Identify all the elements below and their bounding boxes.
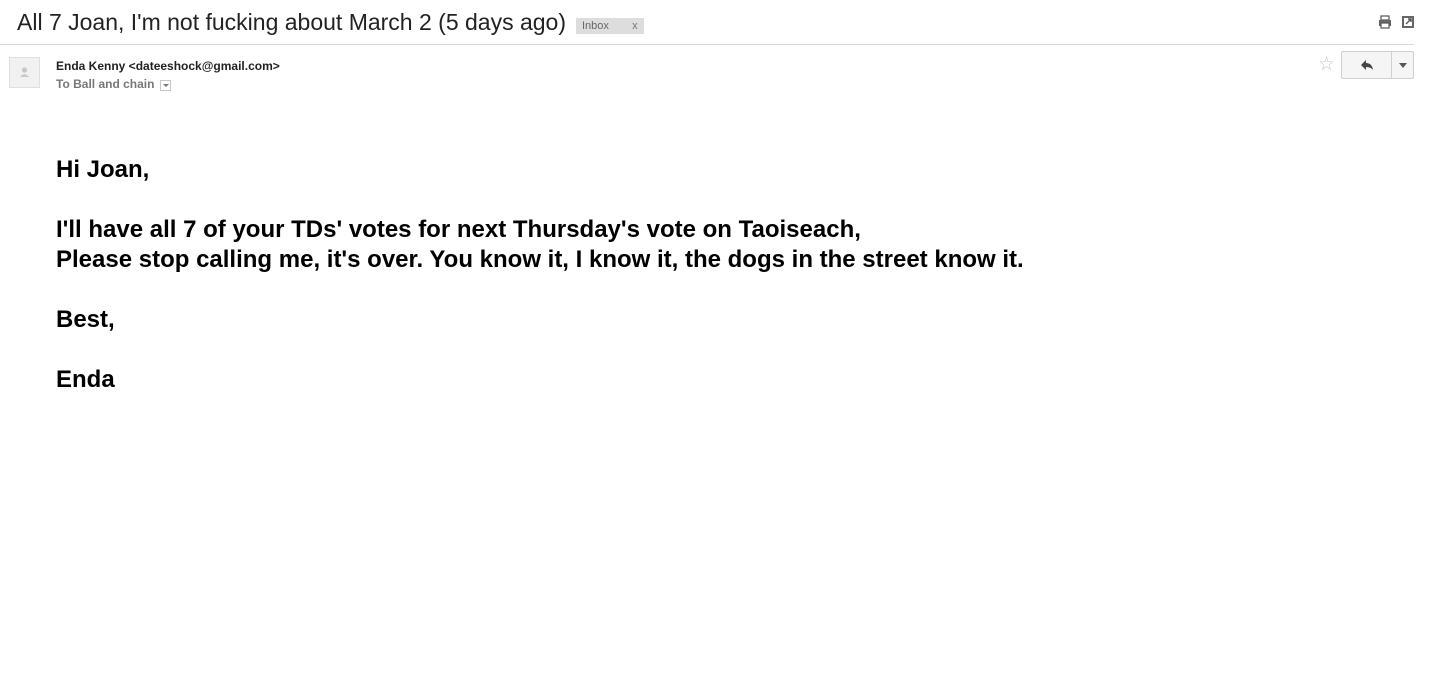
chevron-down-icon — [1398, 62, 1407, 68]
body-line: Please stop calling me, it's over. You k… — [56, 246, 1024, 273]
more-options-button[interactable] — [1392, 52, 1413, 78]
person-icon — [20, 67, 29, 77]
body-greeting: Hi Joan, — [56, 156, 150, 183]
sender-name: Enda Kenny <dateeshock@gmail.com> — [56, 59, 280, 73]
label-text: Inbox — [582, 20, 609, 32]
star-outline-icon[interactable]: ☆ — [1318, 55, 1335, 74]
reply-button-group — [1341, 51, 1414, 79]
subject-bar: All 7 Joan, I'm not fucking about March … — [0, 0, 1414, 45]
body-line: I'll have all 7 of your TDs' votes for n… — [56, 216, 861, 243]
email-subject: All 7 Joan, I'm not fucking about March … — [17, 9, 567, 35]
new-window-icon[interactable] — [1400, 14, 1416, 30]
inbox-label-chip[interactable]: Inbox x — [576, 18, 644, 34]
body-signoff: Best, — [56, 306, 115, 333]
recipient-text: To Ball and chain — [56, 77, 155, 91]
email-view: All 7 Joan, I'm not fucking about March … — [0, 0, 1437, 675]
remove-label-button[interactable]: x — [626, 18, 644, 34]
body-signature: Enda — [56, 366, 115, 393]
printer-icon[interactable] — [1377, 14, 1393, 30]
message-body: Hi Joan, I'll have all 7 of your TDs' vo… — [56, 155, 1024, 395]
reply-button[interactable] — [1342, 52, 1392, 78]
recipient-row: To Ball and chain — [56, 77, 172, 91]
show-details-dropdown-icon[interactable] — [160, 79, 172, 91]
avatar — [9, 57, 40, 88]
reply-arrow-icon — [1360, 60, 1373, 70]
